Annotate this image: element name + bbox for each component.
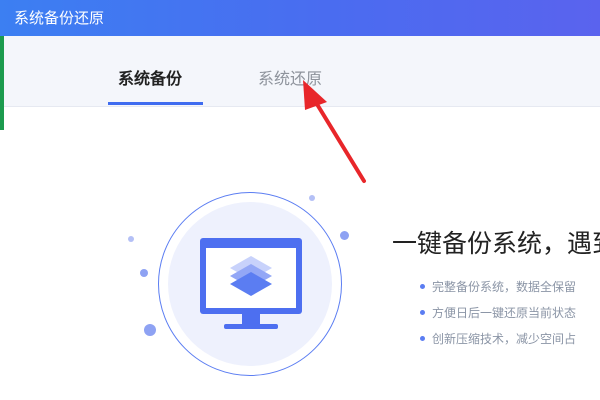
red-arrow-icon	[303, 80, 366, 183]
